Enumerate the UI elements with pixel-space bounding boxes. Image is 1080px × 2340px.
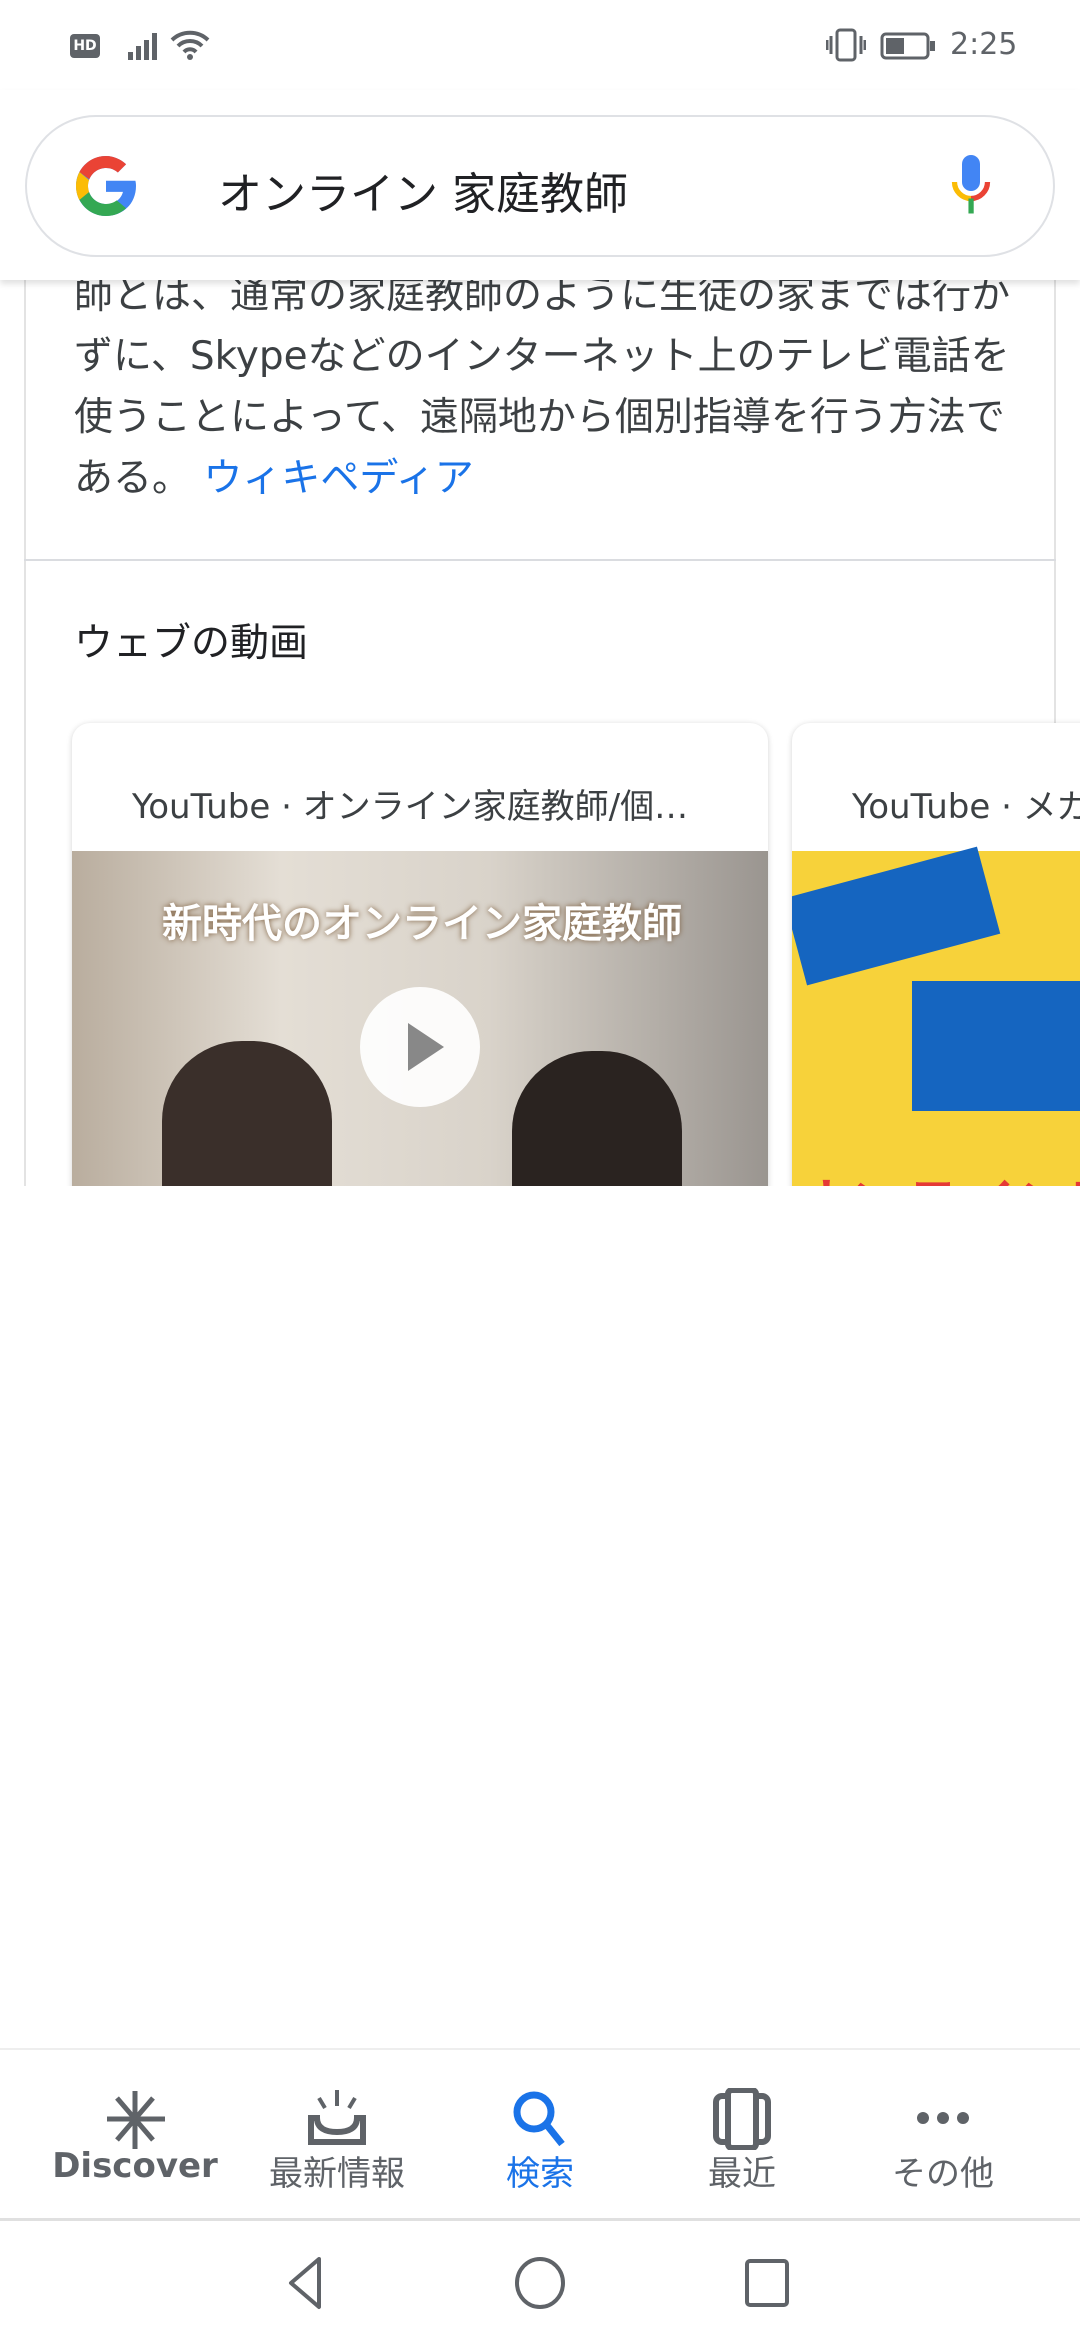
nav-item-recent[interactable]: 最近: [642, 2050, 842, 2220]
search-icon: [513, 2091, 565, 2147]
nav-label: その他: [892, 2154, 994, 2194]
person-shape: [162, 1041, 332, 1186]
google-logo-icon[interactable]: [70, 150, 142, 222]
nav-item-more[interactable]: その他: [843, 2050, 1043, 2220]
thumbnail-caption: 新時代のオンライン家庭教師: [162, 901, 682, 947]
play-icon[interactable]: [360, 987, 480, 1107]
recent-cards-icon: [713, 2088, 771, 2150]
video-card[interactable]: YouTube · オンライン家庭教師/個… 新時代のオンライン家庭教師: [72, 723, 768, 1186]
recents-icon[interactable]: [744, 2258, 792, 2308]
divider: [24, 559, 1056, 561]
wifi-icon: [170, 30, 210, 60]
home-icon[interactable]: [514, 2256, 566, 2310]
search-query[interactable]: オンライン 家庭教師: [218, 158, 628, 222]
battery-icon: [880, 32, 935, 60]
signal-icon: [128, 33, 157, 60]
vibrate-icon: [826, 28, 866, 62]
microphone-icon[interactable]: [950, 152, 992, 218]
thumbnail-caption: オンライン家: [792, 1161, 1080, 1186]
videos-heading: ウェブの動画: [74, 621, 309, 666]
clock: 2:25: [950, 27, 1018, 62]
nav-label: 検索: [506, 2154, 574, 2194]
system-navigation-bar: [0, 2218, 1080, 2340]
nav-item-updates[interactable]: 最新情報: [237, 2050, 437, 2220]
person-shape: [512, 1051, 682, 1186]
hd-icon: HD: [70, 34, 100, 58]
video-card[interactable]: YouTube · メガ オンライン家: [792, 723, 1080, 1186]
nav-label: Discover: [52, 2146, 218, 2186]
asterisk-icon: [107, 2091, 165, 2149]
bottom-navigation: Discover 最新情報 検索 最近 その他: [0, 2048, 1080, 2218]
nav-item-discover[interactable]: Discover: [35, 2050, 235, 2220]
back-icon[interactable]: [285, 2256, 325, 2310]
video-source: YouTube · オンライン家庭教師/個…: [132, 787, 689, 827]
inbox-updates-icon: [308, 2090, 366, 2145]
video-source: YouTube · メガ: [852, 787, 1080, 827]
status-bar: HD 2:25: [0, 0, 1080, 90]
nav-label: 最新情報: [269, 2154, 405, 2194]
more-icon: [917, 2112, 969, 2124]
wikipedia-link[interactable]: ウィキペディア: [203, 456, 473, 501]
nav-label: 最近: [708, 2154, 776, 2194]
video-thumbnail[interactable]: オンライン家: [792, 846, 1080, 1186]
description-text: 師とは、通常の家庭教師のように生徒の家までは行かずに、Skypeなどのインターネ…: [74, 265, 1014, 509]
video-thumbnail[interactable]: 新時代のオンライン家庭教師: [72, 851, 768, 1186]
nav-item-search[interactable]: 検索: [440, 2050, 640, 2220]
